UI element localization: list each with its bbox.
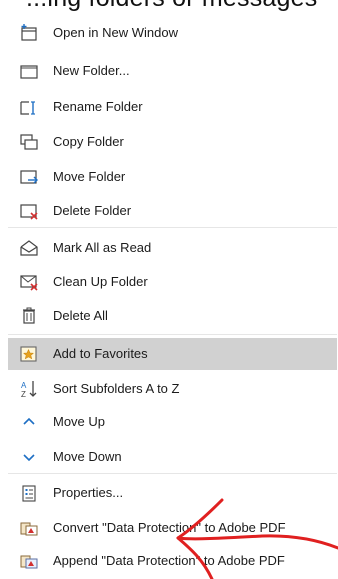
- folder-icon: [18, 60, 40, 82]
- menu-item-rename-folder[interactable]: Rename Folder: [8, 91, 337, 123]
- menu-separator: [8, 227, 337, 228]
- menu-item-move-down[interactable]: Move Down: [8, 441, 337, 473]
- delete-folder-icon: [18, 200, 40, 222]
- menu-item-convert-pdf[interactable]: Convert "Data Protection" to Adobe PDF: [8, 512, 337, 544]
- menu-item-label: Add to Favorites: [53, 346, 148, 361]
- menu-item-label: Sort Subfolders A to Z: [53, 381, 180, 396]
- menu-separator: [8, 334, 337, 335]
- folder-context-menu: Open in New Window New Folder... Rename …: [0, 0, 338, 579]
- menu-item-label: Properties...: [53, 485, 124, 500]
- open-window-icon: [18, 22, 40, 44]
- menu-item-label: Move Folder: [53, 169, 126, 184]
- menu-item-append-pdf[interactable]: Append "Data Protection" to Adobe PDF: [8, 545, 337, 577]
- rename-folder-icon: [18, 96, 40, 118]
- menu-item-sort-subfolders[interactable]: AZ Sort Subfolders A to Z: [8, 373, 337, 405]
- star-icon: [18, 343, 40, 365]
- sort-az-icon: AZ: [18, 378, 40, 400]
- clean-up-icon: [18, 271, 40, 293]
- svg-text:Z: Z: [21, 390, 26, 399]
- menu-item-label: Mark All as Read: [53, 240, 152, 255]
- menu-item-mark-all-read[interactable]: Mark All as Read: [8, 232, 337, 264]
- menu-item-move-folder[interactable]: Move Folder: [8, 161, 337, 193]
- menu-item-label: Rename Folder: [53, 99, 143, 114]
- context-menu-screenshot: ...ing folders or messages Open in New W…: [0, 0, 338, 579]
- menu-item-label: Move Down: [53, 449, 122, 464]
- menu-separator: [8, 473, 337, 474]
- menu-item-add-to-favorites[interactable]: Add to Favorites: [8, 338, 337, 370]
- menu-item-label: New Folder...: [53, 63, 130, 78]
- svg-text:A: A: [21, 381, 27, 390]
- menu-item-properties[interactable]: Properties...: [8, 477, 337, 509]
- chevron-down-icon: [18, 446, 40, 468]
- menu-item-delete-folder[interactable]: Delete Folder: [8, 195, 337, 227]
- menu-item-label: Delete All: [53, 308, 108, 323]
- trash-icon: [18, 305, 40, 327]
- menu-item-label: Move Up: [53, 414, 106, 429]
- menu-item-label: Convert "Data Protection" to Adobe PDF: [53, 520, 286, 535]
- menu-item-delete-all[interactable]: Delete All: [8, 300, 337, 332]
- menu-item-open-new-window[interactable]: Open in New Window: [8, 17, 337, 49]
- copy-folder-icon: [18, 131, 40, 153]
- adobe-pdf-append-icon: [18, 550, 40, 572]
- menu-item-clean-up-folder[interactable]: Clean Up Folder: [8, 266, 337, 298]
- menu-item-label: Clean Up Folder: [53, 274, 148, 289]
- menu-item-label: Open in New Window: [53, 25, 178, 40]
- adobe-pdf-icon: [18, 517, 40, 539]
- menu-item-copy-folder[interactable]: Copy Folder: [8, 126, 337, 158]
- chevron-up-icon: [18, 411, 40, 433]
- menu-item-label: Copy Folder: [53, 134, 124, 149]
- menu-item-new-folder[interactable]: New Folder...: [8, 55, 337, 87]
- menu-item-move-up[interactable]: Move Up: [8, 406, 337, 438]
- menu-item-label: Delete Folder: [53, 203, 132, 218]
- envelope-open-icon: [18, 237, 40, 259]
- move-folder-icon: [18, 166, 40, 188]
- properties-icon: [18, 482, 40, 504]
- menu-item-label: Append "Data Protection" to Adobe PDF: [53, 553, 285, 568]
